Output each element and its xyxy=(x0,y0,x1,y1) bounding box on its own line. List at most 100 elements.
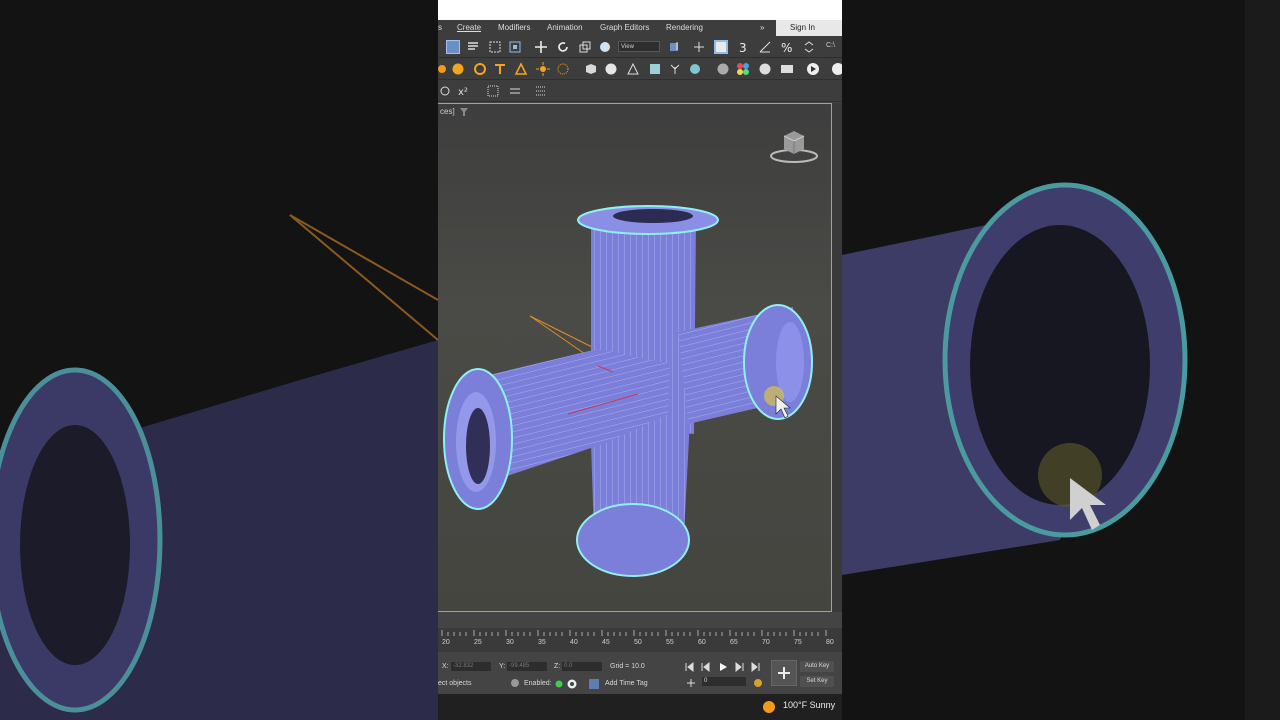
target-light-icon[interactable] xyxy=(514,62,528,76)
time-tag-icon[interactable] xyxy=(588,678,600,690)
place-icon[interactable] xyxy=(598,40,612,54)
render-online-icon[interactable] xyxy=(831,62,842,76)
z-coordinate-field[interactable]: 0.0 xyxy=(562,662,602,671)
tick-label: 55 xyxy=(666,639,674,646)
perspective-viewport[interactable]: ces] xyxy=(438,103,832,612)
reference-coordinate-dropdown[interactable]: View xyxy=(618,41,660,52)
scatter-icon[interactable] xyxy=(688,62,702,76)
angle-snap-icon[interactable] xyxy=(758,40,772,54)
y-label: Y: xyxy=(499,663,506,670)
menu-item-rendering[interactable]: Rendering xyxy=(666,23,703,32)
current-frame-field[interactable]: 0 xyxy=(702,677,746,686)
view-dropdown-label: View xyxy=(621,44,634,50)
menu-item-create[interactable]: Create xyxy=(457,23,481,32)
align-icon[interactable] xyxy=(508,84,522,98)
geosphere-icon[interactable] xyxy=(648,62,662,76)
material-sphere-icon[interactable] xyxy=(716,62,730,76)
key-plus-icon xyxy=(778,667,790,679)
weather-text[interactable]: 100°F Sunny xyxy=(783,700,835,710)
prompt-line: ect objects xyxy=(438,680,472,687)
enabled-label: Enabled: xyxy=(524,680,552,687)
menu-overflow-icon[interactable]: » xyxy=(760,23,764,32)
window-crossing-icon[interactable] xyxy=(508,40,522,54)
plant-icon[interactable] xyxy=(668,62,682,76)
taskbar xyxy=(438,694,842,720)
pivot-center-icon[interactable] xyxy=(668,40,682,54)
bind-icon[interactable] xyxy=(438,84,452,98)
sky-light-icon[interactable] xyxy=(556,62,570,76)
material-browser-icon[interactable] xyxy=(736,62,750,76)
sun-icon[interactable] xyxy=(536,62,550,76)
timeline-ticks xyxy=(441,630,827,636)
x-label: X: xyxy=(442,663,449,670)
add-key-button[interactable] xyxy=(771,660,797,686)
render-frame-icon[interactable] xyxy=(780,62,794,76)
cone-primitive-icon[interactable] xyxy=(626,62,640,76)
enabled-dot-icon[interactable] xyxy=(555,680,563,688)
percent-snap-icon[interactable]: % xyxy=(780,40,794,54)
y-value: -99.485 xyxy=(509,663,530,669)
auto-key-label: Auto Key xyxy=(804,663,830,669)
sphere-primitive-icon[interactable] xyxy=(604,62,618,76)
menu-item-graph-editors[interactable]: Graph Editors xyxy=(600,23,649,32)
key-mode-icon[interactable] xyxy=(686,678,696,688)
app-window: s Create Modifiers Animation Graph Edito… xyxy=(438,0,842,720)
grid-size: Grid = 10.0 xyxy=(610,663,645,670)
keyboard-shortcut-override-icon[interactable] xyxy=(714,40,728,54)
rectangular-selection-icon[interactable] xyxy=(488,40,502,54)
light-icon[interactable] xyxy=(438,62,452,76)
x-coordinate-field[interactable]: -32.832 xyxy=(451,662,491,671)
tick-label: 35 xyxy=(538,639,546,646)
time-config-icon[interactable] xyxy=(567,679,577,689)
playback-controls[interactable] xyxy=(684,661,764,673)
snap-toggle-icon[interactable]: 3 xyxy=(738,40,752,54)
menu-item-animation[interactable]: Animation xyxy=(547,23,583,32)
timeline-ruler[interactable]: 20 25 30 35 40 45 50 55 60 65 70 75 80 xyxy=(438,628,842,652)
menu-item-partial[interactable]: s xyxy=(438,23,442,32)
sphere-light-icon[interactable] xyxy=(451,62,465,76)
menu-item-modifiers[interactable]: Modifiers xyxy=(498,23,530,32)
select-manipulate-icon[interactable] xyxy=(692,40,706,54)
render-icon[interactable] xyxy=(806,62,820,76)
title-strip xyxy=(438,0,842,20)
rotate-icon[interactable] xyxy=(556,40,570,54)
grid-snap-icon[interactable] xyxy=(486,84,500,98)
xform-icon[interactable]: x² xyxy=(458,84,472,98)
tick-label: 65 xyxy=(730,639,738,646)
spinner-snap-icon[interactable] xyxy=(802,40,816,54)
add-time-tag-label[interactable]: Add Time Tag xyxy=(605,680,648,687)
frame-value: 0 xyxy=(704,678,708,684)
tick-label: 50 xyxy=(634,639,642,646)
path-partial: C:\ xyxy=(826,42,835,49)
sign-in-button[interactable]: Sign In xyxy=(776,20,842,36)
tick-label: 80 xyxy=(826,639,834,646)
z-label: Z: xyxy=(554,663,561,670)
move-icon[interactable] xyxy=(534,40,548,54)
x-value: -32.832 xyxy=(453,663,474,669)
spot-light-icon[interactable] xyxy=(493,62,507,76)
auto-key-button[interactable]: Auto Key xyxy=(800,661,834,672)
render-setup-icon[interactable] xyxy=(758,62,772,76)
array-icon[interactable] xyxy=(534,84,548,98)
tick-label: 30 xyxy=(506,639,514,646)
tick-label: 20 xyxy=(442,639,450,646)
select-object-icon[interactable] xyxy=(446,40,460,54)
pipe-cross-model[interactable] xyxy=(438,104,832,613)
isolate-selection-icon[interactable] xyxy=(510,678,520,688)
select-by-name-icon[interactable] xyxy=(466,40,480,54)
omni-light-icon[interactable] xyxy=(473,62,487,76)
tick-label: 70 xyxy=(762,639,770,646)
tick-label: 40 xyxy=(570,639,578,646)
scale-icon[interactable] xyxy=(578,40,592,54)
sign-in-label: Sign In xyxy=(790,23,815,32)
key-filter-icon[interactable] xyxy=(752,677,764,689)
box-primitive-icon[interactable] xyxy=(584,62,598,76)
sun-weather-icon xyxy=(763,701,775,713)
svg-text:x²: x² xyxy=(458,87,468,98)
y-coordinate-field[interactable]: -99.485 xyxy=(507,662,547,671)
set-key-label: Set Key xyxy=(806,678,828,684)
viewport-scrollbar[interactable] xyxy=(832,103,842,612)
main-toolbar: View 3 % C:\ xyxy=(438,36,842,58)
command-toolbar xyxy=(438,58,842,80)
set-key-button[interactable]: Set Key xyxy=(800,676,834,687)
